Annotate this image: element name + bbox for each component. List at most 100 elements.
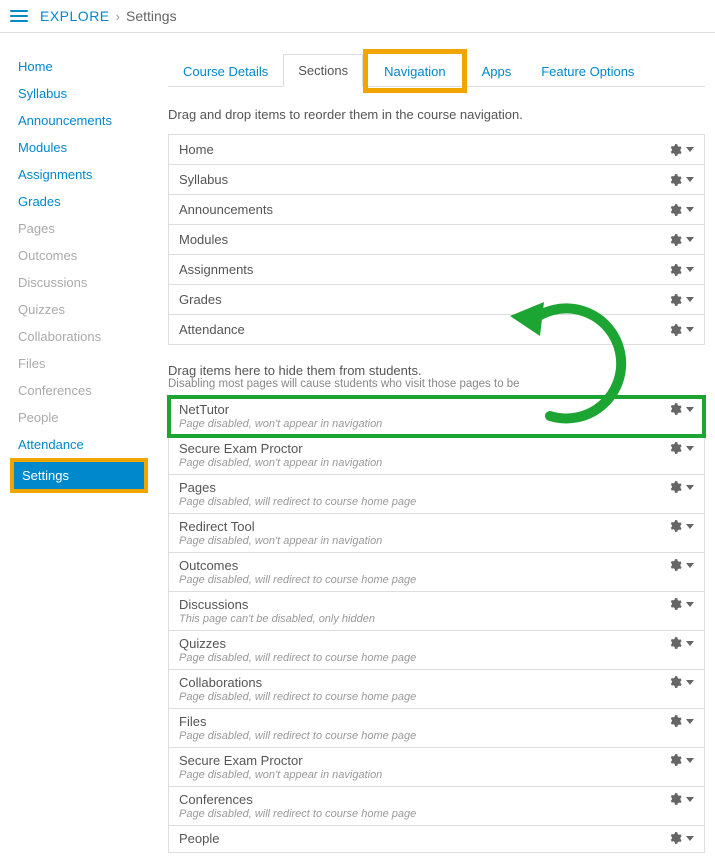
sidebar-item-label: Files bbox=[18, 356, 45, 371]
sidebar-item[interactable]: Files bbox=[10, 350, 148, 377]
sidebar-item[interactable]: Attendance bbox=[10, 431, 148, 458]
sidebar-item[interactable]: Discussions bbox=[10, 269, 148, 296]
hidden-item-label: Redirect Tool bbox=[179, 519, 382, 534]
tab[interactable]: Navigation bbox=[369, 55, 460, 87]
hidden-nav-item[interactable]: Secure Exam ProctorPage disabled, won't … bbox=[169, 748, 704, 787]
hidden-nav-item[interactable]: QuizzesPage disabled, will redirect to c… bbox=[169, 631, 704, 670]
hidden-item-label: People bbox=[179, 831, 219, 846]
hidden-item-sub: Page disabled, will redirect to course h… bbox=[179, 652, 416, 664]
breadcrumb-root[interactable]: EXPLORE bbox=[40, 8, 110, 24]
sidebar-item[interactable]: Conferences bbox=[10, 377, 148, 404]
sidebar-item[interactable]: People bbox=[10, 404, 148, 431]
item-settings-button[interactable] bbox=[668, 173, 694, 187]
sidebar-item[interactable]: Announcements bbox=[10, 107, 148, 134]
item-settings-button[interactable] bbox=[668, 675, 694, 689]
item-settings-button[interactable] bbox=[668, 753, 694, 767]
hidden-nav-item[interactable]: CollaborationsPage disabled, will redire… bbox=[169, 670, 704, 709]
sidebar-item[interactable]: Collaborations bbox=[10, 323, 148, 350]
item-settings-button[interactable] bbox=[668, 203, 694, 217]
hidden-item-sub: This page can't be disabled, only hidden bbox=[179, 613, 375, 625]
nav-item[interactable]: Assignments bbox=[169, 255, 704, 285]
item-settings-button[interactable] bbox=[668, 480, 694, 494]
hidden-nav-item[interactable]: NetTutorPage disabled, won't appear in n… bbox=[169, 397, 704, 436]
visible-nav-list: Home Syllabus Announcements Modules Assignme… bbox=[168, 134, 705, 345]
hidden-nav-item[interactable]: PagesPage disabled, will redirect to cou… bbox=[169, 475, 704, 514]
nav-item-label: Announcements bbox=[179, 202, 273, 217]
sidebar-item[interactable]: Quizzes bbox=[10, 296, 148, 323]
nav-item[interactable]: Syllabus bbox=[169, 165, 704, 195]
tab-label: Feature Options bbox=[541, 64, 634, 79]
hidden-item-sub: Page disabled, won't appear in navigatio… bbox=[179, 457, 382, 469]
item-settings-button[interactable] bbox=[668, 441, 694, 455]
caret-down-icon bbox=[686, 407, 694, 412]
nav-item[interactable]: Home bbox=[169, 135, 704, 165]
hidden-nav-item[interactable]: Secure Exam ProctorPage disabled, won't … bbox=[169, 436, 704, 475]
caret-down-icon bbox=[686, 207, 694, 212]
item-settings-button[interactable] bbox=[668, 233, 694, 247]
caret-down-icon bbox=[686, 719, 694, 724]
caret-down-icon bbox=[686, 327, 694, 332]
item-settings-button[interactable] bbox=[668, 402, 694, 416]
hidden-nav-item[interactable]: DiscussionsThis page can't be disabled, … bbox=[169, 592, 704, 631]
hidden-item-sub: Page disabled, will redirect to course h… bbox=[179, 808, 416, 820]
item-settings-button[interactable] bbox=[668, 558, 694, 572]
tab[interactable]: Apps bbox=[467, 55, 527, 87]
sidebar-item[interactable]: Pages bbox=[10, 215, 148, 242]
item-settings-button[interactable] bbox=[668, 831, 694, 845]
nav-item[interactable]: Attendance bbox=[169, 315, 704, 344]
sidebar-item-label: Modules bbox=[18, 140, 67, 155]
item-settings-button[interactable] bbox=[668, 519, 694, 533]
item-settings-button[interactable] bbox=[668, 714, 694, 728]
tab[interactable]: Feature Options bbox=[526, 55, 649, 87]
item-settings-button[interactable] bbox=[668, 597, 694, 611]
item-settings-button[interactable] bbox=[668, 636, 694, 650]
item-settings-button[interactable] bbox=[668, 263, 694, 277]
hidden-nav-item[interactable]: People bbox=[169, 826, 704, 852]
item-settings-button[interactable] bbox=[668, 143, 694, 157]
sidebar-item[interactable]: Modules bbox=[10, 134, 148, 161]
hidden-nav-item[interactable]: ConferencesPage disabled, will redirect … bbox=[169, 787, 704, 826]
nav-item[interactable]: Grades bbox=[169, 285, 704, 315]
caret-down-icon bbox=[686, 797, 694, 802]
breadcrumb-sep: › bbox=[116, 9, 120, 24]
sidebar-item-label: Pages bbox=[18, 221, 55, 236]
hidden-item-label: Secure Exam Proctor bbox=[179, 753, 382, 768]
hidden-item-sub: Page disabled, will redirect to course h… bbox=[179, 730, 416, 742]
tab[interactable]: Sections bbox=[283, 54, 363, 87]
nav-item-label: Assignments bbox=[179, 262, 253, 277]
sidebar-item[interactable]: Settings bbox=[14, 462, 144, 489]
topbar: EXPLORE › Settings bbox=[0, 0, 715, 33]
tab[interactable]: Course Details bbox=[168, 55, 283, 87]
sidebar-item[interactable]: Home bbox=[10, 53, 148, 80]
item-settings-button[interactable] bbox=[668, 792, 694, 806]
hidden-item-label: Pages bbox=[179, 480, 416, 495]
hidden-item-label: NetTutor bbox=[179, 402, 382, 417]
hidden-item-sub: Page disabled, won't appear in navigatio… bbox=[179, 535, 382, 547]
caret-down-icon bbox=[686, 641, 694, 646]
tab-label: Course Details bbox=[183, 64, 268, 79]
sidebar-item[interactable]: Grades bbox=[10, 188, 148, 215]
caret-down-icon bbox=[686, 267, 694, 272]
breadcrumb-current: Settings bbox=[126, 8, 177, 24]
hidden-nav-item[interactable]: FilesPage disabled, will redirect to cou… bbox=[169, 709, 704, 748]
nav-item[interactable]: Announcements bbox=[169, 195, 704, 225]
hidden-nav-item[interactable]: Redirect ToolPage disabled, won't appear… bbox=[169, 514, 704, 553]
sidebar-item[interactable]: Assignments bbox=[10, 161, 148, 188]
sidebar-item-label: People bbox=[18, 410, 58, 425]
sidebar-item[interactable]: Syllabus bbox=[10, 80, 148, 107]
item-settings-button[interactable] bbox=[668, 323, 694, 337]
nav-item[interactable]: Modules bbox=[169, 225, 704, 255]
sidebar-item-label: Home bbox=[18, 59, 53, 74]
nav-item-label: Home bbox=[179, 142, 214, 157]
item-settings-button[interactable] bbox=[668, 293, 694, 307]
caret-down-icon bbox=[686, 177, 694, 182]
nav-item-label: Syllabus bbox=[179, 172, 228, 187]
menu-icon[interactable] bbox=[10, 10, 28, 22]
sidebar-item-label: Grades bbox=[18, 194, 61, 209]
caret-down-icon bbox=[686, 237, 694, 242]
sidebar-item[interactable]: Outcomes bbox=[10, 242, 148, 269]
hidden-nav-item[interactable]: OutcomesPage disabled, will redirect to … bbox=[169, 553, 704, 592]
tab-label: Apps bbox=[482, 64, 512, 79]
caret-down-icon bbox=[686, 297, 694, 302]
hidden-item-sub: Page disabled, will redirect to course h… bbox=[179, 691, 416, 703]
